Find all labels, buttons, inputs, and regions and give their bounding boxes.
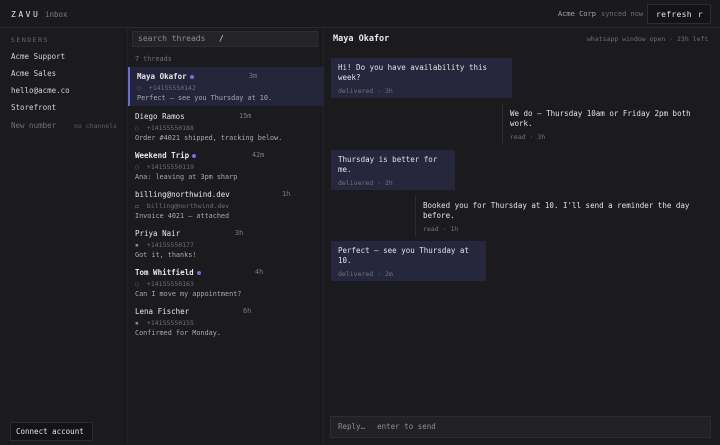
thread-preview: Invoice 4021 — attached	[135, 212, 230, 220]
send-hint: enter to send	[377, 422, 436, 431]
refresh-label: refresh	[656, 10, 692, 19]
search-placeholder: search threads	[138, 34, 206, 43]
thread-preview: Can I move my appointment?	[135, 290, 242, 298]
message-text: We do — Thursday 10am or Friday 2pm both…	[510, 109, 691, 128]
sender-item[interactable]: Acme Sales	[11, 69, 56, 78]
thread-preview: Ana: leaving at 3pm sharp	[135, 173, 238, 181]
sms-icon: ▪	[135, 241, 139, 249]
conversation-title: Maya Okafor	[333, 34, 390, 44]
search-input[interactable]: search threads /	[132, 31, 318, 47]
senders-sidebar: SENDERS Acme Support Acme Sales hello@ac…	[0, 28, 128, 445]
message-text: Perfect — see you Thursday at 10.	[338, 246, 469, 265]
thread-address: ◌ +14155550142	[137, 84, 196, 92]
message-bubble-outgoing: Perfect — see you Thursday at 10. deliver…	[331, 241, 486, 281]
thread-item[interactable]: billing@northwind.dev 1h ▭ billing@north…	[128, 185, 324, 224]
whatsapp-icon: ◌	[135, 124, 139, 132]
senders-heading: SENDERS	[11, 36, 49, 44]
conversation-panel: Maya Okafor whatsapp window open · 23h l…	[324, 28, 720, 445]
message-bubble-incoming: We do — Thursday 10am or Friday 2pm both…	[502, 104, 711, 144]
thread-time: 1h	[282, 190, 291, 198]
whatsapp-icon: ◌	[137, 84, 141, 92]
workspace-name[interactable]: Acme Corp	[558, 10, 596, 18]
message-text: Booked you for Thursday at 10. I'll send…	[423, 201, 690, 220]
thread-name: Weekend Trip	[135, 151, 197, 160]
new-number-item[interactable]: New number	[11, 121, 56, 130]
thread-name: Maya Okafor	[137, 72, 194, 81]
message-status: read · 1h	[423, 225, 459, 233]
thread-name: Priya Nair	[135, 229, 181, 238]
channel-label: whatsapp	[587, 35, 619, 43]
message-text: Hi! Do you have availability this week?	[338, 63, 488, 82]
reply-placeholder: Reply…	[338, 422, 366, 431]
thread-item[interactable]: Lena Fischer 6h ▪ +14155550155 Confirmed…	[128, 302, 324, 341]
message-bubble-incoming: Booked you for Thursday at 10. I'll send…	[415, 196, 711, 236]
thread-item[interactable]: Maya Okafor 3m ◌ +14155550142 Perfect — …	[128, 67, 324, 106]
thread-address: ◌ +14155550188	[135, 124, 194, 132]
sender-item[interactable]: Storefront	[11, 103, 56, 112]
unread-dot	[189, 75, 194, 79]
message-status: delivered · 2m	[338, 270, 393, 278]
whatsapp-icon: ◌	[135, 280, 139, 288]
unread-dot	[192, 154, 197, 158]
thread-preview: Perfect — see you Thursday at 10.	[137, 94, 273, 102]
page-breadcrumb: inbox	[45, 10, 68, 19]
thread-time: 15m	[239, 112, 252, 120]
thread-item[interactable]: Diego Ramos 15m ◌ +14155550188 Order #40…	[128, 107, 324, 146]
top-bar: ZAVU inbox Acme Corp synced now refresh r	[0, 0, 720, 28]
thread-address: ▪ +14155550177	[135, 241, 194, 249]
thread-item[interactable]: Priya Nair 3h ▪ +14155550177 Got it, tha…	[128, 224, 324, 263]
thread-address: ▭ billing@northwind.dev	[135, 202, 230, 210]
sms-icon: ▪	[135, 319, 139, 327]
unread-dot	[196, 271, 201, 275]
connect-account-button[interactable]: Connect account	[10, 422, 93, 441]
whatsapp-icon: ◌	[135, 163, 139, 171]
thread-preview: Order #4021 shipped, tracking below.	[135, 134, 283, 142]
thread-item[interactable]: Tom Whitfield 4h ◌ +14155550163 Can I mo…	[128, 263, 324, 302]
search-shortcut: /	[219, 34, 224, 43]
thread-name: Tom Whitfield	[135, 268, 201, 277]
thread-address: ◌ +14155550119	[135, 163, 194, 171]
thread-time: 6h	[243, 307, 252, 315]
thread-preview: Got it, thanks!	[135, 251, 197, 259]
thread-name: Lena Fischer	[135, 307, 190, 316]
thread-preview: Confirmed for Monday.	[135, 329, 221, 337]
thread-time: 42m	[252, 151, 265, 159]
thread-name: billing@northwind.dev	[135, 190, 230, 199]
refresh-button[interactable]: refresh r	[647, 4, 711, 24]
window-status: window open · 23h left	[622, 35, 709, 43]
thread-list-panel: search threads / 7 threads Maya Okafor 3…	[128, 28, 324, 445]
thread-address: ◌ +14155550163	[135, 280, 194, 288]
message-bubble-outgoing: Thursday is better for me. delivered · 2h	[331, 150, 455, 190]
thread-time: 3h	[235, 229, 244, 237]
sync-status: synced now	[601, 10, 644, 18]
thread-name: Diego Ramos	[135, 112, 185, 121]
thread-item[interactable]: Weekend Trip 42m ◌ +14155550119 Ana: lea…	[128, 146, 324, 185]
thread-time: 3m	[249, 72, 258, 80]
refresh-shortcut: r	[697, 10, 703, 19]
thread-address: ▪ +14155550155	[135, 319, 194, 327]
reply-input[interactable]: Reply… enter to send	[330, 416, 711, 438]
app-logo: ZAVU	[11, 10, 41, 19]
sender-item[interactable]: Acme Support	[11, 52, 65, 61]
thread-count: 7 threads	[135, 55, 172, 63]
message-status: delivered · 3h	[338, 87, 393, 95]
conversation-meta: whatsapp window open · 23h left	[587, 35, 708, 43]
email-icon: ▭	[135, 202, 139, 210]
thread-time: 4h	[255, 268, 264, 276]
message-bubble-outgoing: Hi! Do you have availability this week? d…	[331, 58, 512, 98]
message-status: read · 3h	[510, 133, 546, 141]
message-text: Thursday is better for me.	[338, 155, 438, 174]
sender-item[interactable]: hello@acme.co	[11, 86, 70, 95]
message-status: delivered · 2h	[338, 179, 393, 187]
no-channels-note: no channels	[74, 122, 118, 130]
